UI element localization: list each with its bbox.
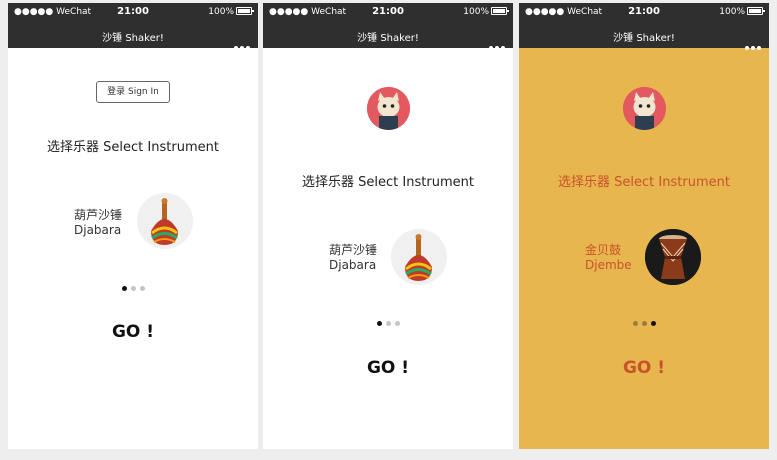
user-avatar[interactable] [367,87,410,130]
page-dot[interactable] [632,321,638,326]
page-dot[interactable] [121,286,127,291]
sign-in-button[interactable]: 登录 Sign In [96,81,170,103]
page-dot[interactable] [376,321,382,326]
battery-icon [236,7,254,15]
page-dot[interactable] [385,321,391,326]
nav-bar: 沙锤 Shaker! [8,23,258,50]
page-dot[interactable] [130,286,136,291]
status-bar: ●●●●● WeChat 21:00 100% [8,3,258,23]
battery-percent: 100% [463,7,489,17]
instrument-name-en: Djembe [585,258,632,272]
go-button[interactable]: GO ! [519,358,769,378]
more-icon[interactable] [232,35,250,50]
djabara-shaker-image[interactable] [137,193,193,249]
nav-bar: 沙锤 Shaker! [263,23,513,50]
instrument-name-cn: 葫芦沙锤 [74,208,123,222]
nav-title: 沙锤 Shaker! [613,33,675,44]
more-icon[interactable] [487,35,505,50]
nav-title: 沙锤 Shaker! [102,33,164,44]
instrument-name-en: Djabara [329,258,377,272]
status-bar: ●●●●● WeChat 21:00 100% [263,3,513,23]
instrument-label: 葫芦沙锤 Djabara [329,243,377,273]
nav-bar: 沙锤 Shaker! [519,23,769,50]
page-indicator [8,276,258,291]
select-instrument-title: 选择乐器 Select Instrument [558,175,730,190]
instrument-name-cn: 金贝鼓 [585,243,622,257]
go-button[interactable]: GO ! [263,358,513,378]
battery-icon [491,7,509,15]
battery-icon [747,7,765,15]
status-bar: ●●●●● WeChat 21:00 100% [519,3,769,23]
select-instrument-title: 选择乐器 Select Instrument [302,175,474,190]
page-indicator [263,311,513,326]
page-dot[interactable] [394,321,400,326]
battery-percent: 100% [208,7,234,17]
instrument-label: 葫芦沙锤 Djabara [74,208,122,238]
nav-title: 沙锤 Shaker! [357,33,419,44]
page-dot[interactable] [139,286,145,291]
battery-status: 100% [208,7,254,17]
battery-status: 100% [463,7,509,17]
instrument-label: 金贝鼓 Djembe [585,243,632,273]
phone-screen-3: ●●●●● WeChat 21:00 100% 沙锤 Shaker! 选择乐器 … [519,3,769,449]
djabara-shaker-image[interactable] [391,229,447,285]
phone-screen-1: ●●●●● WeChat 21:00 100% 沙锤 Shaker! 登录 Si… [8,3,258,449]
select-instrument-title: 选择乐器 Select Instrument [47,140,219,155]
page-dot[interactable] [650,321,656,326]
page-indicator [519,311,769,326]
user-avatar[interactable] [623,87,666,130]
instrument-name-cn: 葫芦沙锤 [329,243,378,257]
phone-screen-2: ●●●●● WeChat 21:00 100% 沙锤 Shaker! 选择乐器 … [263,3,513,449]
battery-status: 100% [719,7,765,17]
instrument-name-en: Djabara [74,223,122,237]
djembe-drum-image[interactable] [645,229,701,285]
more-icon[interactable] [743,35,761,50]
go-button[interactable]: GO ! [8,322,258,342]
battery-percent: 100% [719,7,745,17]
page-dot[interactable] [641,321,647,326]
